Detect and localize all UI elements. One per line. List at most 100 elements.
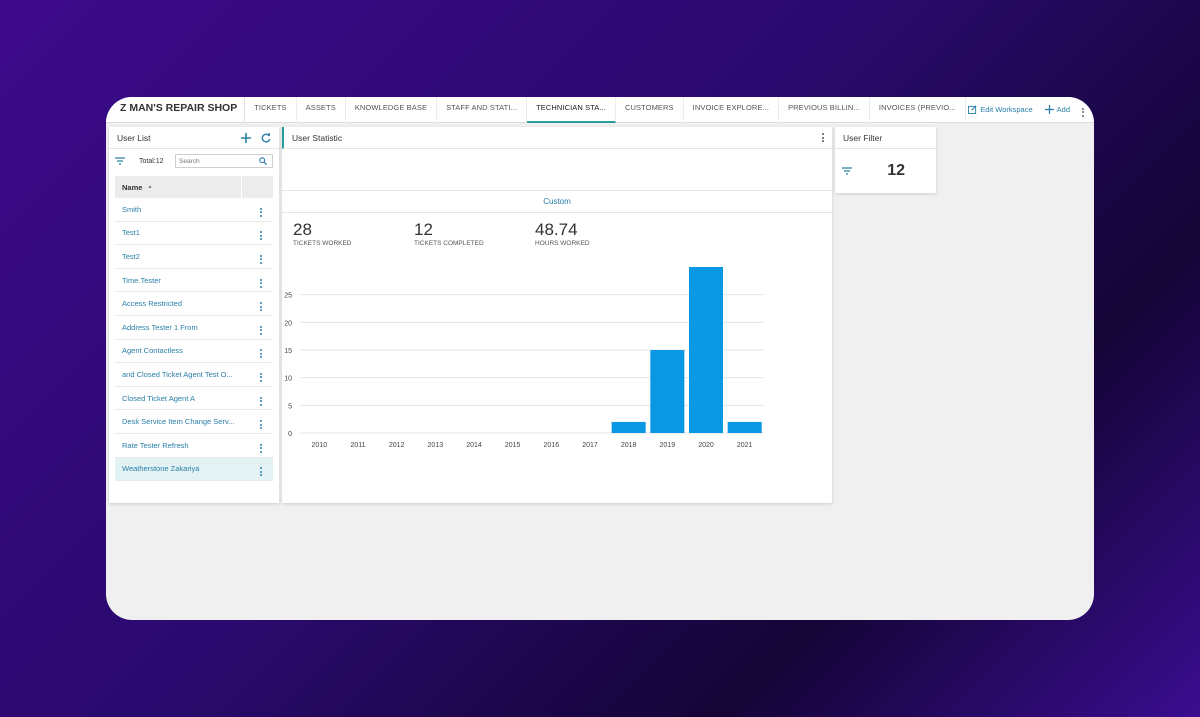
user-list-header: User List	[109, 127, 279, 149]
bar-2019[interactable]	[650, 350, 685, 433]
user-row[interactable]: Rate Tester Refresh	[115, 434, 273, 458]
kpi-block: 48.74 HOURS WORKED	[535, 221, 656, 261]
tab-1[interactable]: ASSETS	[297, 97, 346, 123]
nav-actions: Edit Workspace Add	[968, 97, 1094, 123]
tab-5[interactable]: CUSTOMERS	[616, 97, 684, 123]
user-statistic-title: User Statistic	[292, 132, 343, 143]
user-name-link[interactable]: Test1	[122, 228, 249, 237]
user-row[interactable]: Weatherstone Zakariya	[115, 457, 273, 482]
name-column-header[interactable]: Name ▲	[115, 176, 273, 198]
user-row[interactable]: Test1	[115, 222, 273, 246]
kpi-block: 12 TICKETS COMPLETED	[414, 221, 535, 261]
user-rows: Smith Test1 Test2 Time.Tester Access Restric…	[115, 198, 273, 482]
row-menu-icon[interactable]	[249, 202, 273, 217]
user-name-link[interactable]: and Closed Ticket Agent Test O...	[122, 370, 249, 379]
panel-menu-icon[interactable]	[822, 133, 824, 142]
tab-6[interactable]: INVOICE EXPLORE...	[684, 97, 780, 123]
user-row[interactable]: Smith	[115, 198, 273, 222]
user-row[interactable]: Time.Tester	[115, 269, 273, 293]
user-name-link[interactable]: Weatherstone Zakariya	[122, 464, 249, 473]
tab-bar: TICKETS ASSETS KNOWLEDGE BASE STAFF AND STA…	[245, 97, 966, 123]
x-tick-label: 2017	[582, 442, 598, 449]
user-statistic-panel: User Statistic Custom 28 TICKETS WORKED 12…	[282, 127, 832, 503]
row-menu-icon[interactable]	[249, 320, 273, 335]
kpi-label: TICKETS COMPLETED	[414, 240, 484, 247]
x-tick-label: 2010	[312, 442, 328, 449]
bar-2018[interactable]	[611, 421, 646, 433]
x-tick-label: 2021	[737, 442, 753, 449]
row-menu-icon[interactable]	[249, 438, 273, 453]
tab-8[interactable]: INVOICES (PREVIO...	[870, 97, 966, 123]
total-count: Total:12	[139, 157, 164, 165]
user-name-link[interactable]: Test2	[122, 252, 249, 261]
tab-3[interactable]: STAFF AND STATI...	[437, 97, 528, 123]
row-menu-icon[interactable]	[249, 343, 273, 359]
user-name-link[interactable]: Agent Contactless	[122, 346, 249, 355]
row-menu-icon[interactable]	[249, 249, 273, 264]
add-button[interactable]: Add	[1044, 105, 1070, 114]
row-menu-icon[interactable]	[249, 367, 273, 382]
user-name-link[interactable]: Rate Tester Refresh	[122, 441, 249, 450]
tab-0[interactable]: TICKETS	[245, 97, 297, 123]
user-list-title: User List	[117, 132, 151, 143]
user-row[interactable]: Address Tester 1 From	[115, 316, 273, 340]
user-name-link[interactable]: Closed Ticket Agent A	[122, 394, 249, 403]
actions-column-header	[241, 176, 273, 198]
tab-2[interactable]: KNOWLEDGE BASE	[346, 97, 438, 123]
kpi-row: 28 TICKETS WORKED 12 TICKETS COMPLETED 48.74…	[282, 213, 832, 261]
user-filter-panel: User Filter 12	[835, 127, 936, 193]
add-user-icon[interactable]	[241, 132, 251, 143]
user-row[interactable]: and Closed Ticket Agent Test O...	[115, 363, 273, 387]
kpi-block: 28 TICKETS WORKED	[293, 221, 414, 261]
x-tick-label: 2012	[389, 442, 405, 449]
date-range-selector[interactable]: Custom	[282, 191, 832, 213]
edit-icon	[968, 105, 977, 114]
tab-4[interactable]: TECHNICIAN STA...	[527, 97, 616, 123]
user-row[interactable]: Agent Contactless	[115, 340, 273, 364]
row-menu-icon[interactable]	[249, 225, 273, 241]
add-label: Add	[1056, 105, 1070, 114]
filter-icon[interactable]	[115, 157, 125, 165]
bar-2021[interactable]	[727, 421, 762, 433]
user-name-link[interactable]: Time.Tester	[122, 276, 249, 285]
user-row[interactable]: Desk Service Item Change Serv...	[115, 410, 273, 434]
user-row[interactable]: Closed Ticket Agent A	[115, 387, 273, 411]
bar-2020[interactable]	[688, 267, 724, 433]
row-menu-icon[interactable]	[249, 461, 273, 477]
row-menu-icon[interactable]	[249, 414, 273, 430]
kpi-value: 12	[414, 220, 433, 239]
more-menu-icon[interactable]	[1082, 103, 1084, 117]
user-name-link[interactable]: Address Tester 1 From	[122, 323, 249, 332]
row-menu-icon[interactable]	[249, 296, 273, 312]
row-menu-icon[interactable]	[249, 391, 273, 406]
filter-icon[interactable]	[842, 167, 852, 175]
brand-title: Z MAN'S REPAIR SHOP	[106, 97, 246, 123]
user-name-link[interactable]: Access Restricted	[122, 299, 249, 308]
user-row[interactable]: Access Restricted	[115, 292, 273, 316]
refresh-icon[interactable]	[261, 132, 271, 143]
x-tick-label: 2018	[621, 442, 637, 449]
search-icon[interactable]	[259, 157, 267, 165]
x-tick-label: 2015	[505, 442, 521, 449]
user-row[interactable]: Test2	[115, 245, 273, 269]
user-name-link[interactable]: Smith	[122, 205, 249, 214]
bar-chart: 0 5 10 15 20 25 2010 2011 2012 2013 2014 2015 2016 20…	[282, 267, 832, 467]
user-filter-body: 12	[835, 149, 936, 193]
user-filter-title: User Filter	[843, 132, 883, 143]
plus-icon	[1044, 105, 1054, 114]
search-input[interactable]	[179, 157, 259, 165]
user-name-link[interactable]: Desk Service Item Change Serv...	[122, 417, 249, 426]
y-tick-label: 5	[288, 403, 292, 410]
tab-7[interactable]: PREVIOUS BILLIN...	[779, 97, 870, 123]
row-menu-icon[interactable]	[249, 273, 273, 288]
x-tick-label: 2019	[660, 442, 676, 449]
x-tick-label: 2020	[698, 442, 714, 449]
user-list-toolbar: Total:12	[109, 149, 279, 173]
filter-count: 12	[887, 162, 905, 179]
x-tick-label: 2016	[544, 442, 560, 449]
edit-workspace-button[interactable]: Edit Workspace	[968, 105, 1033, 114]
y-tick-label: 15	[284, 348, 292, 355]
chart-svg: 0 5 10 15 20 25 2010 2011 2012 2013 2014 2015 2016 20…	[284, 267, 764, 449]
y-tick-label: 20	[284, 320, 292, 327]
kpi-label: TICKETS WORKED	[293, 240, 352, 247]
